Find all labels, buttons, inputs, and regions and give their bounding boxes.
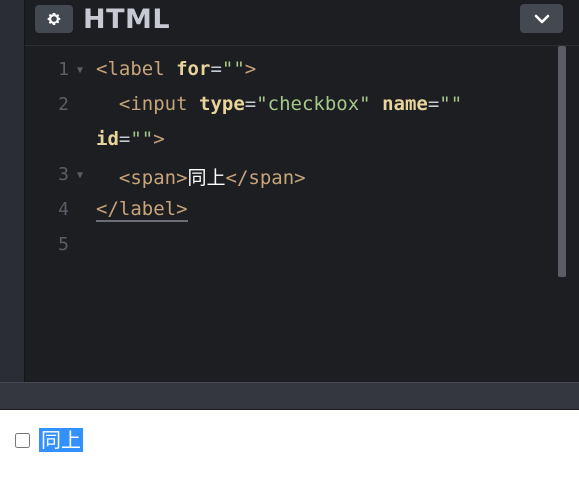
code-line-2-wrap: id=""> bbox=[96, 128, 165, 150]
code-token: = bbox=[118, 128, 131, 150]
code-token: for bbox=[176, 58, 211, 80]
code-token: </span> bbox=[225, 167, 306, 189]
fold-arrow-icon[interactable]: ▼ bbox=[77, 170, 83, 181]
code-token: </label> bbox=[96, 198, 188, 222]
line-number: 5 bbox=[58, 234, 69, 255]
code-token: "checkbox" bbox=[256, 93, 371, 115]
code-line-1: <label for=""> bbox=[96, 58, 256, 80]
preview-pane: 同上 bbox=[0, 410, 579, 483]
code-token: = bbox=[210, 58, 222, 80]
line-number: 1 bbox=[58, 59, 69, 80]
settings-button[interactable] bbox=[35, 5, 73, 33]
code-token: "" bbox=[221, 58, 245, 80]
collapse-button[interactable] bbox=[520, 4, 563, 33]
line-number: 3 bbox=[58, 164, 69, 185]
code-token: "" bbox=[130, 128, 154, 150]
line-number: 2 bbox=[58, 94, 69, 115]
editor-title: HTML bbox=[83, 4, 171, 35]
fold-arrow-icon[interactable]: ▼ bbox=[77, 65, 83, 76]
editor-header: HTML bbox=[25, 0, 579, 46]
same-as-above-checkbox[interactable] bbox=[15, 432, 30, 448]
code-editor[interactable]: 1 ▼ <label for=""> 2 <input type="checkb… bbox=[25, 46, 579, 382]
chevron-down-icon bbox=[534, 14, 549, 23]
vertical-scrollbar[interactable] bbox=[558, 46, 566, 277]
preview-label-text: 同上 bbox=[39, 428, 83, 452]
code-token: "" bbox=[439, 93, 463, 115]
code-token: input bbox=[130, 93, 188, 115]
html-editor-panel: HTML 1 ▼ <label for=""> 2 <input type="c… bbox=[25, 0, 579, 382]
code-token: id bbox=[96, 128, 119, 150]
code-token: < bbox=[96, 58, 108, 80]
code-line-2: <input type="checkbox" name="" bbox=[96, 93, 462, 115]
gear-icon bbox=[47, 13, 61, 25]
line-number: 4 bbox=[58, 199, 69, 220]
code-line-4: </label> bbox=[96, 198, 188, 222]
code-token: name bbox=[382, 93, 428, 115]
code-token: > bbox=[153, 128, 165, 150]
code-token: label bbox=[107, 58, 165, 80]
code-token: type bbox=[199, 93, 245, 115]
code-token: > bbox=[244, 58, 257, 80]
code-token: = bbox=[427, 93, 440, 115]
left-gutter-panel bbox=[0, 0, 25, 382]
resize-divider[interactable] bbox=[0, 382, 579, 411]
code-token: < bbox=[118, 93, 131, 115]
code-token: <span> bbox=[118, 167, 188, 189]
code-token: = bbox=[244, 93, 257, 115]
code-line-3: <span>同上</span> bbox=[96, 163, 306, 190]
preview-label[interactable]: 同上 bbox=[15, 428, 83, 452]
code-token: 同上 bbox=[187, 167, 226, 189]
